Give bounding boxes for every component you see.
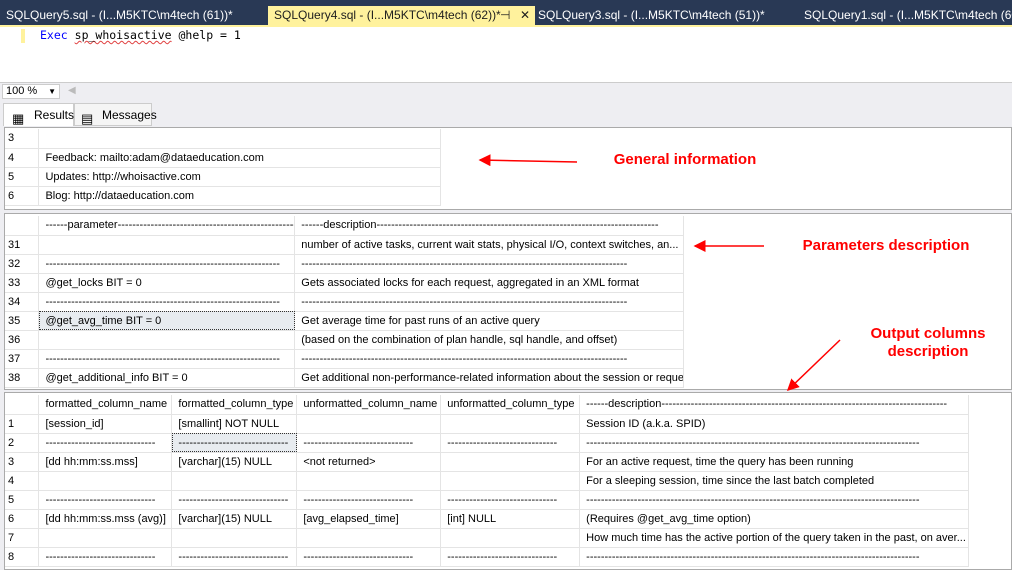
annotation-arrows: [478, 154, 841, 392]
arrow-output: [786, 339, 841, 392]
arrow-general: [478, 154, 578, 167]
